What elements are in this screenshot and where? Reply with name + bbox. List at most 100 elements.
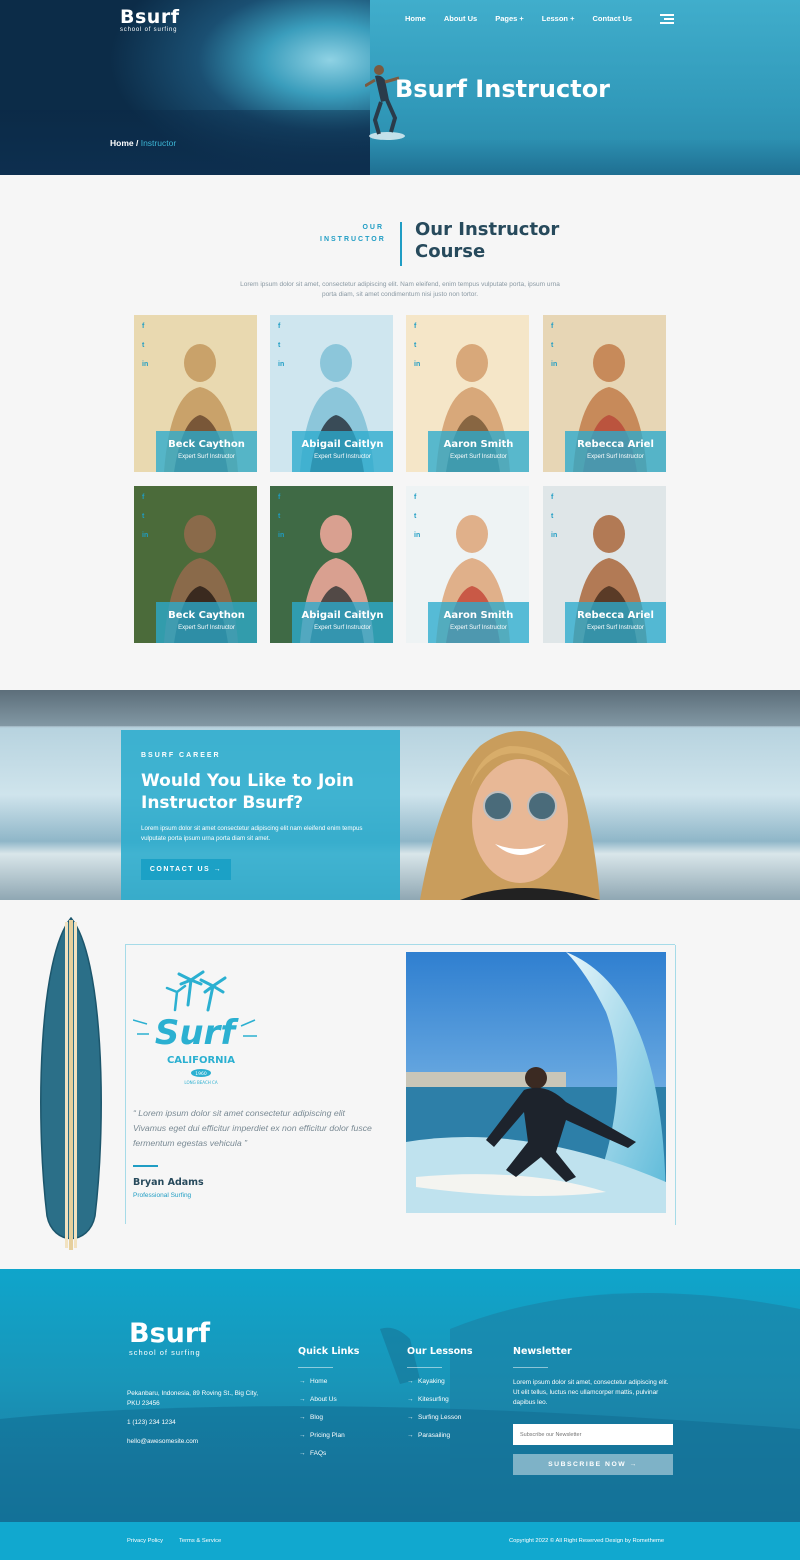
- social-links: f t in: [278, 494, 290, 551]
- lesson-link[interactable]: → Surfing Lesson: [407, 1414, 461, 1421]
- footer-email[interactable]: hello@awesomesite.com: [127, 1437, 198, 1447]
- social-links: f t in: [551, 323, 563, 380]
- newsletter-underline: [513, 1367, 548, 1368]
- subscribe-button[interactable]: SUBSCRIBE NOW →: [513, 1454, 673, 1475]
- instructor-label: Beck Caython Expert Surf Instructor: [156, 602, 257, 643]
- section-eyebrow: OUR INSTRUCTOR: [320, 222, 384, 246]
- career-title: Would You Like to Join Instructor Bsurf?: [141, 771, 354, 813]
- link-label: Surfing Lesson: [418, 1414, 462, 1421]
- copyright-text: Copyright 2022 © All Right Reserved Desi…: [509, 1538, 665, 1544]
- instructor-name: Rebecca Ariel: [577, 610, 654, 621]
- newsletter-text: Lorem ipsum dolor sit amet, consectetur …: [513, 1379, 669, 1406]
- social-links: f t in: [414, 323, 426, 380]
- instructor-card[interactable]: f t in Abigail Caitlyn Expert Surf Instructo…: [270, 486, 393, 643]
- twitter-icon[interactable]: t: [414, 342, 426, 361]
- breadcrumb-current: Instructor: [140, 138, 177, 148]
- linkedin-icon[interactable]: in: [278, 532, 290, 551]
- instructor-card[interactable]: f t in Rebecca Ariel Expert Surf Instructor: [543, 315, 666, 472]
- privacy-policy-link[interactable]: Privacy Policy: [127, 1538, 163, 1544]
- logo-sub-text: CALIFORNIA: [167, 1055, 235, 1066]
- nav-contact[interactable]: Contact Us: [592, 14, 632, 23]
- link-label: Kayaking: [418, 1378, 445, 1385]
- facebook-icon[interactable]: f: [551, 494, 563, 513]
- footer-brand-tagline: school of surfing: [129, 1348, 201, 1357]
- social-links: f t in: [551, 494, 563, 551]
- instructor-card[interactable]: f t in Beck Caython Expert Surf Instructor: [134, 486, 257, 643]
- instructor-label: Rebecca Ariel Expert Surf Instructor: [565, 602, 666, 643]
- facebook-icon[interactable]: f: [278, 323, 290, 342]
- linkedin-icon[interactable]: in: [414, 532, 426, 551]
- instructor-card[interactable]: f t in Aaron Smith Expert Surf Instructor: [406, 486, 529, 643]
- page-title: Bsurf Instructor: [395, 75, 611, 103]
- linkedin-icon[interactable]: in: [551, 361, 563, 380]
- lesson-link[interactable]: → Parasailing: [407, 1432, 450, 1439]
- linkedin-icon[interactable]: in: [278, 361, 290, 380]
- instructor-name: Beck Caython: [168, 439, 245, 450]
- facebook-icon[interactable]: f: [551, 323, 563, 342]
- footer-brand-name: Bsurf: [129, 1318, 210, 1349]
- footer-logo[interactable]: Bsurf school of surfing: [129, 1318, 210, 1358]
- nav-pages[interactable]: Pages +: [495, 14, 524, 23]
- hamburger-menu-icon[interactable]: [660, 14, 674, 24]
- section-title: Our Instructor Course: [415, 219, 560, 262]
- facebook-icon[interactable]: f: [278, 494, 290, 513]
- twitter-icon[interactable]: t: [551, 342, 563, 361]
- brand-logo[interactable]: Bsurf school of surfing: [120, 7, 179, 33]
- linkedin-icon[interactable]: in: [142, 361, 154, 380]
- quote-divider: [133, 1165, 158, 1167]
- lesson-link[interactable]: → Kitesurfing: [407, 1396, 449, 1403]
- lesson-link[interactable]: → Kayaking: [407, 1378, 445, 1385]
- twitter-icon[interactable]: t: [551, 513, 563, 532]
- linkedin-icon[interactable]: in: [142, 532, 154, 551]
- nav-lesson[interactable]: Lesson +: [542, 14, 575, 23]
- main-nav: Home About Us Pages + Lesson + Contact U…: [405, 14, 650, 23]
- linkedin-icon[interactable]: in: [414, 361, 426, 380]
- instructor-role: Expert Surf Instructor: [178, 625, 235, 631]
- instructor-card[interactable]: f t in Aaron Smith Expert Surf Instructor: [406, 315, 529, 472]
- nav-about[interactable]: About Us: [444, 14, 477, 23]
- instructor-card[interactable]: f t in Rebecca Ariel Expert Surf Instructor: [543, 486, 666, 643]
- footer-phone[interactable]: 1 (123) 234 1234: [127, 1418, 176, 1428]
- instructor-name: Beck Caython: [168, 610, 245, 621]
- quick-link[interactable]: → FAQs: [299, 1450, 326, 1457]
- footer: [0, 1269, 800, 1560]
- facebook-icon[interactable]: f: [142, 494, 154, 513]
- lessons-underline: [407, 1367, 442, 1368]
- arrow-right-icon: →: [407, 1378, 414, 1385]
- testimonial-role: Professional Surfing: [133, 1192, 192, 1199]
- newsletter-heading: Newsletter: [513, 1346, 572, 1357]
- contact-us-button[interactable]: CONTACT US →: [141, 859, 231, 880]
- logo-main-text: Surf: [155, 1013, 239, 1053]
- twitter-icon[interactable]: t: [142, 513, 154, 532]
- twitter-icon[interactable]: t: [142, 342, 154, 361]
- twitter-icon[interactable]: t: [414, 513, 426, 532]
- instructor-card[interactable]: f t in Abigail Caitlyn Expert Surf Instructo…: [270, 315, 393, 472]
- nav-home[interactable]: Home: [405, 14, 426, 23]
- breadcrumb-home[interactable]: Home: [110, 138, 134, 148]
- instructor-role: Expert Surf Instructor: [314, 625, 371, 631]
- footer-address: Pekanbaru, Indonesia, 89 Roving St., Big…: [127, 1390, 258, 1407]
- instructor-label: Abigail Caitlyn Expert Surf Instructor: [292, 431, 393, 472]
- arrow-right-icon: →: [299, 1414, 306, 1421]
- newsletter-email-input[interactable]: [513, 1424, 673, 1445]
- facebook-icon[interactable]: f: [142, 323, 154, 342]
- instructor-role: Expert Surf Instructor: [587, 454, 644, 460]
- twitter-icon[interactable]: t: [278, 342, 290, 361]
- quick-link[interactable]: → About Us: [299, 1396, 337, 1403]
- arrow-right-icon: →: [299, 1378, 306, 1385]
- instructor-name: Aaron Smith: [443, 439, 514, 450]
- quick-link[interactable]: → Pricing Plan: [299, 1432, 345, 1439]
- quick-links-heading: Quick Links: [298, 1346, 360, 1357]
- footer-bottom-bar: [0, 1522, 800, 1560]
- terms-link[interactable]: Terms & Service: [179, 1538, 221, 1544]
- quick-link[interactable]: → Blog: [299, 1414, 323, 1421]
- facebook-icon[interactable]: f: [414, 494, 426, 513]
- instructor-card[interactable]: f t in Beck Caython Expert Surf Instructor: [134, 315, 257, 472]
- facebook-icon[interactable]: f: [414, 323, 426, 342]
- twitter-icon[interactable]: t: [278, 513, 290, 532]
- quick-link[interactable]: → Home: [299, 1378, 327, 1385]
- instructor-role: Expert Surf Instructor: [314, 454, 371, 460]
- linkedin-icon[interactable]: in: [551, 532, 563, 551]
- lessons-heading: Our Lessons: [407, 1346, 473, 1357]
- instructor-label: Rebecca Ariel Expert Surf Instructor: [565, 431, 666, 472]
